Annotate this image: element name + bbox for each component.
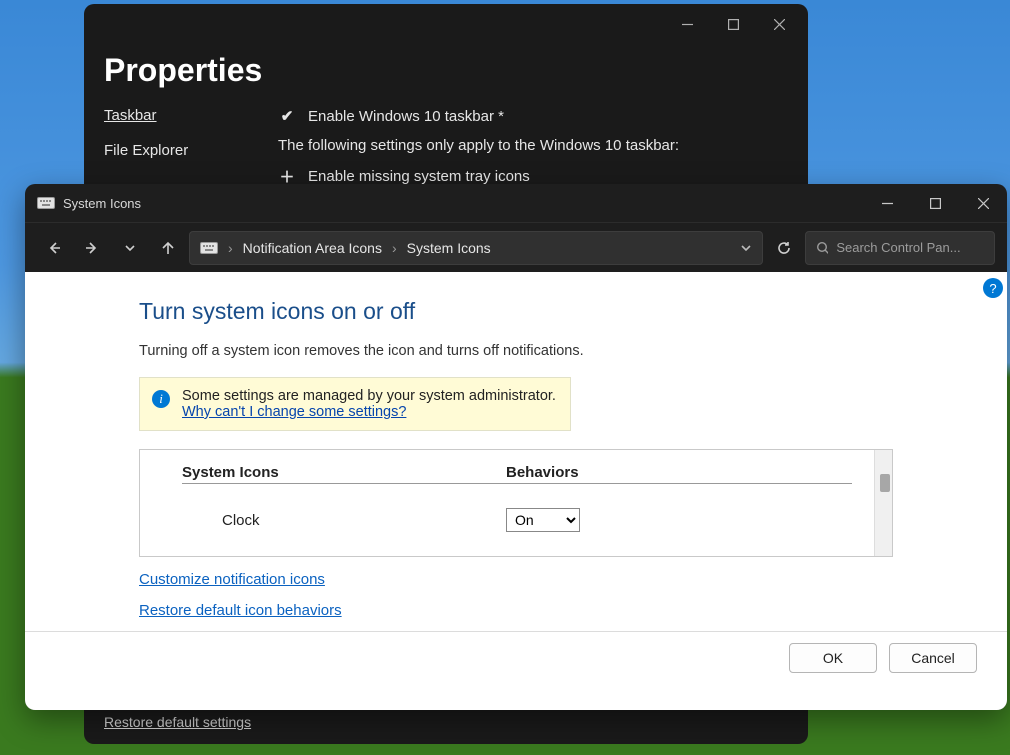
info-icon: i xyxy=(152,390,170,408)
help-button[interactable]: ? xyxy=(983,278,1003,298)
row-clock-label: Clock xyxy=(182,512,506,529)
row-enable-taskbar-label: Enable Windows 10 taskbar * xyxy=(308,108,504,125)
infobox-help-link[interactable]: Why can't I change some settings? xyxy=(182,404,406,420)
breadcrumb-level1[interactable]: Notification Area Icons xyxy=(243,240,382,256)
page-description: Turning off a system icon removes the ic… xyxy=(139,343,893,359)
customize-icons-link[interactable]: Customize notification icons xyxy=(139,571,893,588)
properties-titlebar xyxy=(84,4,808,44)
nav-item-taskbar[interactable]: Taskbar xyxy=(104,107,254,124)
infobox-line1: Some settings are managed by your system… xyxy=(182,388,556,404)
cancel-button[interactable]: Cancel xyxy=(889,643,977,673)
search-icon xyxy=(816,241,828,255)
minimize-icon xyxy=(882,198,893,209)
chevron-down-icon xyxy=(740,242,752,254)
forward-button[interactable] xyxy=(75,231,109,265)
refresh-button[interactable] xyxy=(767,231,801,265)
cp-titlebar: System Icons xyxy=(25,184,1007,222)
cp-minimize-button[interactable] xyxy=(863,184,911,222)
ok-button[interactable]: OK xyxy=(789,643,877,673)
chevron-down-icon xyxy=(124,242,136,254)
search-input[interactable] xyxy=(836,240,984,255)
system-icons-table: System Icons Behaviors Clock On xyxy=(139,449,893,557)
keyboard-icon xyxy=(200,242,218,254)
close-icon xyxy=(978,198,989,209)
breadcrumb-level2[interactable]: System Icons xyxy=(407,240,491,256)
maximize-icon xyxy=(930,198,941,209)
cp-content: ? Turn system icons on or off Turning of… xyxy=(25,272,1007,710)
properties-main: ✔ Enable Windows 10 taskbar * The follow… xyxy=(278,107,788,187)
row-note-text: The following settings only apply to the… xyxy=(278,137,679,154)
table-body: System Icons Behaviors Clock On xyxy=(140,450,874,556)
close-button[interactable] xyxy=(756,8,802,40)
table-header: System Icons Behaviors xyxy=(182,464,852,484)
address-bar[interactable]: › Notification Area Icons › System Icons xyxy=(189,231,763,265)
col-header-behaviors: Behaviors xyxy=(506,464,852,484)
check-icon: ✔ xyxy=(278,107,296,125)
restore-default-settings-link[interactable]: Restore default settings xyxy=(104,714,251,730)
cp-inner: Turn system icons on or off Turning off … xyxy=(25,272,1007,631)
infobox-text: Some settings are managed by your system… xyxy=(182,388,556,420)
control-panel-window: System Icons › Notification Area I xyxy=(25,184,1007,710)
row-enable-tray-label: Enable missing system tray icons xyxy=(308,168,530,185)
chevron-right-icon: › xyxy=(228,240,233,256)
cp-footer: OK Cancel xyxy=(25,631,1007,683)
minimize-button[interactable] xyxy=(664,8,710,40)
minimize-icon xyxy=(682,19,693,30)
properties-title: Properties xyxy=(84,44,808,107)
history-dropdown-button[interactable] xyxy=(113,231,147,265)
chevron-right-icon: › xyxy=(392,240,397,256)
arrow-left-icon xyxy=(46,240,62,256)
up-button[interactable] xyxy=(151,231,185,265)
help-icon: ? xyxy=(989,281,996,296)
maximize-icon xyxy=(728,19,739,30)
page-heading: Turn system icons on or off xyxy=(139,298,893,325)
cp-toolbar: › Notification Area Icons › System Icons xyxy=(25,222,1007,272)
properties-nav: Taskbar File Explorer xyxy=(104,107,254,187)
refresh-icon xyxy=(776,240,792,256)
table-scrollbar[interactable] xyxy=(874,450,892,556)
keyboard-icon xyxy=(37,197,55,209)
close-icon xyxy=(774,19,785,30)
row-note: The following settings only apply to the… xyxy=(278,137,788,154)
row-enable-taskbar[interactable]: ✔ Enable Windows 10 taskbar * xyxy=(278,107,788,125)
row-clock-behavior-cell: On xyxy=(506,508,580,532)
search-box[interactable] xyxy=(805,231,995,265)
col-header-icons: System Icons xyxy=(182,464,506,484)
arrow-up-icon xyxy=(160,240,176,256)
cp-maximize-button[interactable] xyxy=(911,184,959,222)
back-button[interactable] xyxy=(37,231,71,265)
cp-close-button[interactable] xyxy=(959,184,1007,222)
address-dropdown-button[interactable] xyxy=(740,242,752,254)
restore-behaviors-link[interactable]: Restore default icon behaviors xyxy=(139,602,893,619)
scrollbar-thumb[interactable] xyxy=(880,474,890,492)
properties-body: Taskbar File Explorer ✔ Enable Windows 1… xyxy=(84,107,808,187)
cp-title: System Icons xyxy=(63,196,863,211)
arrow-right-icon xyxy=(84,240,100,256)
clock-behavior-select[interactable]: On xyxy=(506,508,580,532)
nav-item-file-explorer[interactable]: File Explorer xyxy=(104,142,254,159)
admin-info-box: i Some settings are managed by your syst… xyxy=(139,377,571,431)
table-row: Clock On xyxy=(182,508,852,532)
maximize-button[interactable] xyxy=(710,8,756,40)
